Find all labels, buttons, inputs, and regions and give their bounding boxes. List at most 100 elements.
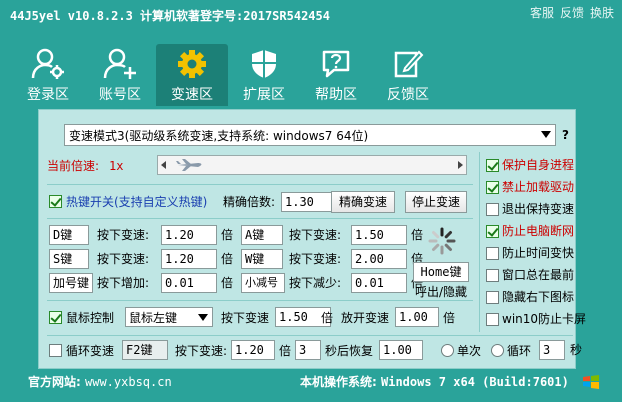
window-title: 44J5yel v10.8.2.3 计算机软著登字号:2017SR542454	[10, 9, 330, 23]
shield-icon	[252, 50, 276, 78]
mouse-release-value[interactable]: 1.00	[395, 307, 439, 327]
tab-extend[interactable]: 扩展区	[228, 44, 300, 106]
change-skin-link[interactable]: 换肤	[590, 4, 614, 21]
option-prevent-time-fast-label[interactable]: 防止时间变快	[502, 245, 574, 261]
dropdown-arrow-icon	[198, 314, 208, 321]
mouse-press-label: 按下变速	[221, 311, 270, 325]
key-s-value[interactable]: 1.20	[161, 249, 217, 269]
key-w-value[interactable]: 2.00	[351, 249, 407, 269]
tab-help-label: 帮助区	[315, 87, 357, 103]
tab-feedback-label: 反馈区	[387, 87, 429, 103]
loop-seconds-unit-outer: 秒	[570, 343, 583, 357]
website-label: 官方网站:	[28, 375, 81, 389]
mouse-button-select[interactable]: 鼠标左键	[125, 307, 213, 327]
key-a-value[interactable]: 1.50	[351, 225, 407, 245]
key-d-unit: 倍	[221, 228, 234, 242]
speed-panel: 变速模式3(驱动级系统变速,支持系统: windows7 64位) ? 当前倍速…	[38, 109, 586, 369]
hotkey-toggle-label[interactable]: 热键开关(支持自定义热键)	[66, 194, 207, 210]
slider-plane-thumb[interactable]	[176, 158, 204, 172]
option-hide-tray-label[interactable]: 隐藏右下图标	[502, 289, 574, 305]
option-keep-speed-label[interactable]: 退出保持变速	[502, 201, 574, 217]
loop-speed-label[interactable]: 循环变速	[66, 343, 114, 359]
key-plus-action: 按下增加:	[97, 276, 150, 290]
mouse-control-checkbox[interactable]	[49, 311, 62, 324]
key-d-value[interactable]: 1.20	[161, 225, 217, 245]
loop-key[interactable]: F2键	[122, 340, 168, 360]
tab-extend-label: 扩展区	[243, 87, 285, 103]
tab-speed[interactable]: 变速区	[156, 44, 228, 106]
precise-speed-button[interactable]: 精确变速	[331, 191, 395, 213]
tab-login-label: 登录区	[27, 87, 69, 103]
mouse-control-label[interactable]: 鼠标控制	[66, 310, 114, 326]
option-block-driver-label[interactable]: 禁止加载驱动	[502, 179, 574, 195]
precise-multiplier-input[interactable]: 1.30	[281, 192, 337, 212]
option-prevent-time-fast-checkbox[interactable]	[486, 247, 499, 260]
gear-icon	[178, 50, 206, 78]
dropdown-arrow-icon	[541, 131, 551, 138]
website-link[interactable]: www.yxbsq.cn	[85, 375, 172, 389]
key-w[interactable]: W键	[241, 249, 283, 269]
speed-slider[interactable]	[157, 155, 467, 175]
os-label: 本机操作系统:	[300, 375, 377, 389]
footer-os: 本机操作系统: Windows 7 x64 (Build:7601)	[300, 373, 569, 390]
tab-feedback[interactable]: 反馈区	[372, 44, 444, 106]
loop-speed-checkbox[interactable]	[49, 344, 62, 357]
key-plus[interactable]: 加号键	[49, 273, 93, 293]
loop-repeat-seconds[interactable]: 3	[539, 340, 565, 360]
current-speed-value: 1x	[109, 159, 124, 173]
edit-icon	[394, 50, 424, 78]
key-a[interactable]: A键	[241, 225, 283, 245]
key-s-action: 按下变速:	[97, 252, 150, 266]
airplane-icon	[176, 159, 202, 171]
loop-restore-value[interactable]: 1.00	[379, 340, 423, 360]
precise-multiplier-label: 精确倍数:	[223, 195, 276, 209]
key-minus-value[interactable]: 0.01	[351, 273, 407, 293]
key-minus-action: 按下减少:	[289, 276, 342, 290]
key-d[interactable]: D键	[49, 225, 89, 245]
current-speed-label: 当前倍速:	[47, 159, 100, 173]
help-icon	[322, 50, 350, 78]
footer-website: 官方网站: www.yxbsq.cn	[28, 373, 172, 390]
loop-once-label[interactable]: 单次	[457, 343, 481, 359]
loop-press-value[interactable]: 1.20	[231, 340, 275, 360]
tab-speed-label: 变速区	[171, 87, 213, 103]
speed-mode-select[interactable]: 变速模式3(驱动级系统变速,支持系统: windows7 64位)	[64, 124, 556, 146]
key-w-action: 按下变速:	[289, 252, 342, 266]
option-always-on-top-checkbox[interactable]	[486, 269, 499, 282]
tab-login[interactable]: 登录区	[12, 44, 84, 106]
option-prevent-disconnect-label[interactable]: 防止电脑断网	[502, 223, 574, 239]
customer-service-link[interactable]: 客服	[530, 4, 554, 21]
mouse-release-label: 放开变速	[341, 311, 390, 325]
speed-mode-value: 变速模式3(驱动级系统变速,支持系统: windows7 64位)	[69, 129, 369, 143]
loop-repeat-radio[interactable]	[491, 344, 504, 357]
option-protect-process-label[interactable]: 保护自身进程	[502, 157, 574, 173]
app-window: 44J5yel v10.8.2.3 计算机软著登字号:2017SR542454 …	[0, 0, 622, 402]
option-block-driver-checkbox[interactable]	[486, 181, 499, 194]
loop-seconds-value[interactable]: 3	[295, 340, 321, 360]
option-keep-speed-checkbox[interactable]	[486, 203, 499, 216]
title-bar[interactable]: 44J5yel v10.8.2.3 计算机软著登字号:2017SR542454 …	[0, 0, 622, 30]
home-key[interactable]: Home键	[413, 262, 469, 282]
option-prevent-disconnect-checkbox[interactable]	[486, 225, 499, 238]
key-a-unit: 倍	[411, 228, 424, 242]
option-protect-process-checkbox[interactable]	[486, 159, 499, 172]
tab-account-label: 账号区	[99, 87, 141, 103]
tab-help[interactable]: 帮助区	[300, 44, 372, 106]
key-plus-value[interactable]: 0.01	[161, 273, 217, 293]
option-win10-no-lag-label[interactable]: win10防止卡屏	[502, 311, 586, 327]
hotkey-toggle-checkbox[interactable]	[49, 195, 62, 208]
loop-repeat-label[interactable]: 循环	[507, 343, 531, 359]
loop-once-radio[interactable]	[441, 344, 454, 357]
feedback-link[interactable]: 反馈	[560, 4, 584, 21]
main-tabs: 登录区 账号区 变速区 扩展区 帮助区 反馈区	[12, 44, 444, 106]
option-win10-no-lag-checkbox[interactable]	[486, 313, 499, 326]
key-minus[interactable]: 小减号键	[241, 273, 285, 293]
option-always-on-top-label[interactable]: 窗口总在最前	[502, 267, 574, 283]
stop-speed-button[interactable]: 停止变速	[405, 191, 467, 213]
key-s[interactable]: S键	[49, 249, 89, 269]
mode-help-icon[interactable]: ?	[562, 127, 569, 143]
option-hide-tray-checkbox[interactable]	[486, 291, 499, 304]
loop-press-unit: 倍	[279, 344, 292, 358]
tab-account[interactable]: 账号区	[84, 44, 156, 106]
key-s-unit: 倍	[221, 252, 234, 266]
